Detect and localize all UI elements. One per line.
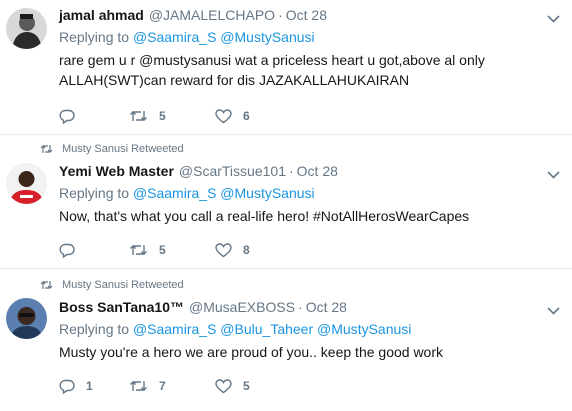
tweet[interactable]: jamal ahmad @JAMALELCHAPO · Oct 28 Reply…: [0, 0, 572, 135]
tweet[interactable]: Musty Sanusi Retweeted Boss SanTana10™ @…: [0, 268, 572, 410]
separator-dot: ·: [288, 163, 294, 179]
author-name[interactable]: jamal ahmad: [59, 6, 144, 24]
author-name[interactable]: Boss SanTana10™: [59, 298, 184, 316]
reply-button[interactable]: [59, 242, 129, 258]
mention-link[interactable]: @MustySanusi: [317, 321, 411, 337]
retweet-icon: [40, 145, 53, 153]
mention-link[interactable]: @Saamira_S: [133, 321, 216, 337]
mention-link[interactable]: @Bulu_Taheer: [220, 321, 313, 337]
avatar[interactable]: [6, 163, 47, 204]
tweet-content: jamal ahmad @JAMALELCHAPO · Oct 28 Reply…: [59, 6, 560, 90]
author-name[interactable]: Yemi Web Master: [59, 162, 174, 180]
replying-to-label: Replying to: [59, 185, 130, 201]
like-count: 8: [243, 243, 250, 257]
retweet-context: Musty Sanusi Retweeted: [40, 143, 184, 155]
like-button[interactable]: 5: [215, 378, 275, 394]
replying-to: Replying to @Saamira_S @Bulu_Taheer @Mus…: [59, 320, 560, 338]
like-count: 6: [243, 109, 250, 123]
chevron-down-icon[interactable]: [547, 10, 560, 28]
mention-link[interactable]: @MustySanusi: [220, 29, 314, 45]
author-handle[interactable]: @MusaEXBOSS: [189, 298, 295, 316]
mention-link[interactable]: @MustySanusi: [220, 185, 314, 201]
retweeted-by-label[interactable]: Musty Sanusi Retweeted: [62, 279, 184, 291]
tweet-text-line: Musty you're a hero we are proud of you.…: [59, 344, 444, 360]
tweet-header: jamal ahmad @JAMALELCHAPO · Oct 28: [59, 6, 560, 24]
mention-link[interactable]: @Saamira_S: [133, 29, 216, 45]
chevron-down-icon[interactable]: [547, 302, 560, 320]
heart-icon: [215, 378, 232, 393]
like-count: 5: [243, 379, 250, 393]
separator-dot: ·: [278, 7, 283, 23]
heart-icon: [215, 242, 232, 257]
chevron-down-icon[interactable]: [547, 166, 560, 184]
avatar[interactable]: [6, 8, 47, 49]
tweet-text-line: ALLAH(SWT)can reward for dis JAZAKALLAHU…: [59, 72, 410, 88]
retweet-button[interactable]: 7: [129, 379, 215, 393]
reply-icon: [59, 243, 75, 258]
retweet-count: 5: [159, 243, 166, 257]
retweeted-by-label[interactable]: Musty Sanusi Retweeted: [62, 143, 184, 155]
reply-button[interactable]: 1: [59, 378, 129, 394]
tweet-header: Boss SanTana10™ @MusaEXBOSS · Oct 28: [59, 298, 560, 316]
retweet-button[interactable]: 5: [129, 243, 215, 257]
author-handle[interactable]: @ScarTissue101: [179, 162, 286, 180]
tweet[interactable]: Musty Sanusi Retweeted Yemi Web Master @…: [0, 134, 572, 269]
tweet-text: Now, that's what you call a real-life he…: [59, 206, 560, 226]
tweet-actions: 1 7 5: [59, 378, 275, 394]
retweet-count: 5: [159, 109, 166, 123]
reply-icon: [59, 109, 75, 124]
tweet-content: Yemi Web Master @ScarTissue101 · Oct 28 …: [59, 162, 560, 226]
reply-icon: [59, 379, 75, 394]
retweet-icon: [40, 281, 53, 289]
retweet-icon: [130, 111, 147, 121]
tweet-text-line: Now, that's what you call a real-life he…: [59, 208, 470, 224]
tweet-actions: 5 6: [59, 108, 275, 124]
like-button[interactable]: 8: [215, 242, 275, 258]
mention-link[interactable]: @Saamira_S: [133, 185, 216, 201]
separator-dot: ·: [298, 299, 303, 315]
tweet-header: Yemi Web Master @ScarTissue101 · Oct 28: [59, 162, 560, 180]
retweet-button[interactable]: 5: [129, 109, 215, 123]
tweet-time[interactable]: Oct 28: [306, 298, 347, 316]
tweet-text: Musty you're a hero we are proud of you.…: [59, 342, 560, 362]
like-button[interactable]: 6: [215, 108, 275, 124]
replying-to-label: Replying to: [59, 321, 130, 337]
tweet-text: rare gem u r @mustysanusi wat a priceles…: [59, 50, 560, 90]
retweet-icon: [130, 245, 147, 255]
replying-to-label: Replying to: [59, 29, 130, 45]
avatar[interactable]: [6, 298, 47, 339]
heart-icon: [215, 108, 232, 123]
tweet-time[interactable]: Oct 28: [297, 162, 338, 180]
tweet-actions: 5 8: [59, 242, 275, 258]
tweet-feed: jamal ahmad @JAMALELCHAPO · Oct 28 Reply…: [0, 0, 572, 411]
tweet-time[interactable]: Oct 28: [286, 6, 327, 24]
tweet-content: Boss SanTana10™ @MusaEXBOSS · Oct 28 Rep…: [59, 298, 560, 362]
retweet-count: 7: [159, 379, 166, 393]
retweet-context: Musty Sanusi Retweeted: [40, 279, 184, 291]
retweet-icon: [130, 381, 147, 391]
reply-count: 1: [86, 379, 93, 393]
replying-to: Replying to @Saamira_S @MustySanusi: [59, 184, 560, 202]
reply-button[interactable]: [59, 108, 129, 124]
author-handle[interactable]: @JAMALELCHAPO: [149, 6, 275, 24]
replying-to: Replying to @Saamira_S @MustySanusi: [59, 28, 560, 46]
tweet-text-line: rare gem u r @mustysanusi wat a priceles…: [59, 52, 485, 68]
